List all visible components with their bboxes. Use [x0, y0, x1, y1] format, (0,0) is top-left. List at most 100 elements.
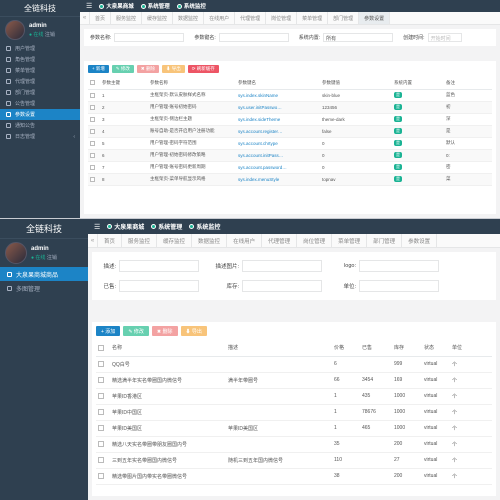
tab-item[interactable]: 岗位管理 [266, 12, 298, 24]
row-checkbox[interactable] [88, 137, 100, 150]
sidebar-item[interactable]: 多图管理 [0, 281, 88, 295]
unit-input[interactable] [359, 280, 439, 292]
sidebar-item[interactable]: 通知公告 [0, 120, 80, 131]
row-checkbox[interactable] [96, 452, 110, 469]
tab-item[interactable]: 菜单管理 [332, 234, 368, 247]
avatar[interactable] [5, 242, 27, 264]
sidebar-item[interactable]: 菜单管理 [0, 65, 80, 76]
column-header[interactable]: 参数键名 [236, 77, 320, 90]
tab-item[interactable]: 数据监控 [192, 234, 228, 247]
builtin-select[interactable]: 所有 [323, 33, 394, 42]
logo-input[interactable] [359, 260, 439, 272]
delete-button[interactable]: ✖ 删除 [151, 326, 178, 336]
sidebar-item[interactable]: 公告管理 [0, 98, 80, 109]
tab-item[interactable]: 参数设置 [359, 12, 391, 24]
tab-item[interactable]: 在线用户 [227, 234, 263, 247]
sidebar-item[interactable]: 参数设置 [0, 109, 80, 120]
table-row[interactable]: 苹果ID美国区 苹果ID美国区 1 465 1000 virtual 个 [96, 420, 492, 437]
column-header[interactable]: 描述 [226, 340, 332, 357]
param-key-input[interactable] [218, 33, 289, 42]
tab-item[interactable]: 部门管理 [367, 234, 403, 247]
column-header[interactable]: 系统内置 [392, 77, 444, 90]
column-header[interactable]: 状态 [422, 340, 450, 357]
topnav-mall[interactable]: 大泉果商城 [99, 2, 134, 10]
topnav-monitor[interactable]: 系统监控 [189, 222, 220, 231]
table-row[interactable]: 4 账号自助-是否开启用户注册功能 sys.account.register… fal… [88, 125, 492, 138]
column-header[interactable]: 单位 [450, 340, 492, 357]
table-row[interactable]: 6 用户管理-初始密码修改策略 sys.account.initPass… 0 是 0: [88, 149, 492, 162]
row-checkbox[interactable] [88, 113, 100, 126]
column-header[interactable]: 参数键值 [320, 77, 392, 90]
table-row[interactable]: 5 用户管理-密码字符范围 sys.account.chrtype 0 是 默认 [88, 137, 492, 150]
row-checkbox[interactable] [96, 468, 110, 485]
tab-item[interactable]: 在线用户 [204, 12, 236, 24]
tab-item[interactable]: 首页 [98, 234, 123, 247]
row-checkbox[interactable] [88, 161, 100, 174]
sold-input[interactable] [119, 280, 199, 292]
add-button[interactable]: + 新增 [88, 65, 109, 73]
sidebar-item[interactable]: 角色管理 [0, 54, 80, 65]
refresh-cache-button[interactable]: ⟳ 刷新缓存 [187, 65, 219, 73]
table-row[interactable]: 精选满半年实名带圈国内微信号 满半年带圈号 66 3454 169 virtual 个 [96, 372, 492, 389]
table-row[interactable]: 精选带图片国内带实名带圈微信号 38 200 virtual 个 [96, 468, 492, 485]
tab-item[interactable]: 代理管理 [235, 12, 267, 24]
select-all-checkbox[interactable] [96, 340, 110, 357]
start-time-input[interactable]: 开始时间 [427, 33, 462, 42]
tabs-left-arrow-icon[interactable]: « [88, 234, 98, 247]
topnav-monitor[interactable]: 系统监控 [176, 2, 206, 10]
column-header[interactable]: 价格 [332, 340, 360, 357]
add-button[interactable]: + 添加 [96, 326, 121, 336]
column-header[interactable]: 库存 [392, 340, 422, 357]
tab-item[interactable]: 参数设置 [402, 234, 438, 247]
table-row[interactable]: 3 主框架页-侧边栏主题 sys.index.sideTheme theme-dark… [88, 113, 492, 126]
logout-link[interactable]: 注销 [45, 32, 55, 38]
column-header[interactable]: 参数名称 [148, 77, 236, 90]
row-checkbox[interactable] [96, 356, 110, 373]
table-row[interactable]: 苹果ID中国区 1 78676 1000 virtual 个 [96, 404, 492, 421]
tab-item[interactable]: 缓存监控 [157, 234, 193, 247]
sidebar-item[interactable]: 日志管理 ‹ [0, 131, 80, 142]
table-row[interactable]: 精选八天实名带圈带朋友圈国内号 35 200 virtual 个 [96, 436, 492, 453]
row-checkbox[interactable] [88, 173, 100, 186]
stock-input[interactable] [242, 280, 322, 292]
export-button[interactable]: ⬇ 导出 [161, 65, 185, 73]
table-row[interactable]: 8 主框架页-菜单导航显示风格 sys.index.menuStyle topnav 是… [88, 173, 492, 186]
tab-item[interactable]: 首页 [90, 12, 112, 24]
desc-input[interactable] [119, 260, 199, 272]
avatar[interactable] [5, 20, 25, 40]
tab-item[interactable]: 服务监控 [122, 234, 158, 247]
row-checkbox[interactable] [88, 101, 100, 114]
tab-item[interactable]: 服务监控 [111, 12, 143, 24]
delete-button[interactable]: ✖ 删除 [136, 65, 159, 73]
column-header[interactable]: 已售 [360, 340, 392, 357]
row-checkbox[interactable] [88, 125, 100, 138]
param-name-input[interactable] [114, 33, 185, 42]
tab-item[interactable]: 菜单管理 [297, 12, 329, 24]
table-row[interactable]: 三到五年实名带圈国内微信号 随机三到五年国内微信号 110 27 virtual 个 [96, 452, 492, 469]
row-checkbox[interactable] [96, 420, 110, 437]
tab-item[interactable]: 缓存监控 [142, 12, 174, 24]
select-all-checkbox[interactable] [88, 77, 100, 90]
sidebar-item[interactable]: 代理管理 [0, 76, 80, 87]
hamburger-icon[interactable]: ☰ [94, 223, 100, 231]
topnav-system[interactable]: 系统管理 [140, 2, 170, 10]
edit-button[interactable]: ✎ 修改 [111, 65, 134, 73]
table-row[interactable]: 苹果ID香港区 1 435 1000 virtual 个 [96, 388, 492, 405]
row-checkbox[interactable] [96, 436, 110, 453]
desc-image-input[interactable] [242, 260, 322, 272]
column-header[interactable]: 名称 [110, 340, 226, 357]
row-checkbox[interactable] [96, 388, 110, 405]
export-button[interactable]: ⬇ 导出 [180, 326, 207, 336]
tabs-left-arrow-icon[interactable]: « [80, 12, 90, 24]
topnav-system[interactable]: 系统管理 [151, 222, 182, 231]
sidebar-item[interactable]: 部门管理 [0, 87, 80, 98]
tab-item[interactable]: 部门管理 [328, 12, 360, 24]
row-checkbox[interactable] [96, 372, 110, 389]
table-row[interactable]: 1 主框架页-默认皮肤样式名称 sys.index.skinName skin-blu… [88, 89, 492, 102]
sidebar-item[interactable]: 用户管理 [0, 43, 80, 54]
hamburger-icon[interactable]: ☰ [86, 2, 92, 10]
table-row[interactable]: 2 用户管理-账号初始密码 sys.user.initPasswo… 123456 是 初 [88, 101, 492, 114]
tab-item[interactable]: 岗位管理 [297, 234, 333, 247]
logout-link[interactable]: 注销 [47, 255, 57, 261]
edit-button[interactable]: ✎ 修改 [123, 326, 149, 336]
